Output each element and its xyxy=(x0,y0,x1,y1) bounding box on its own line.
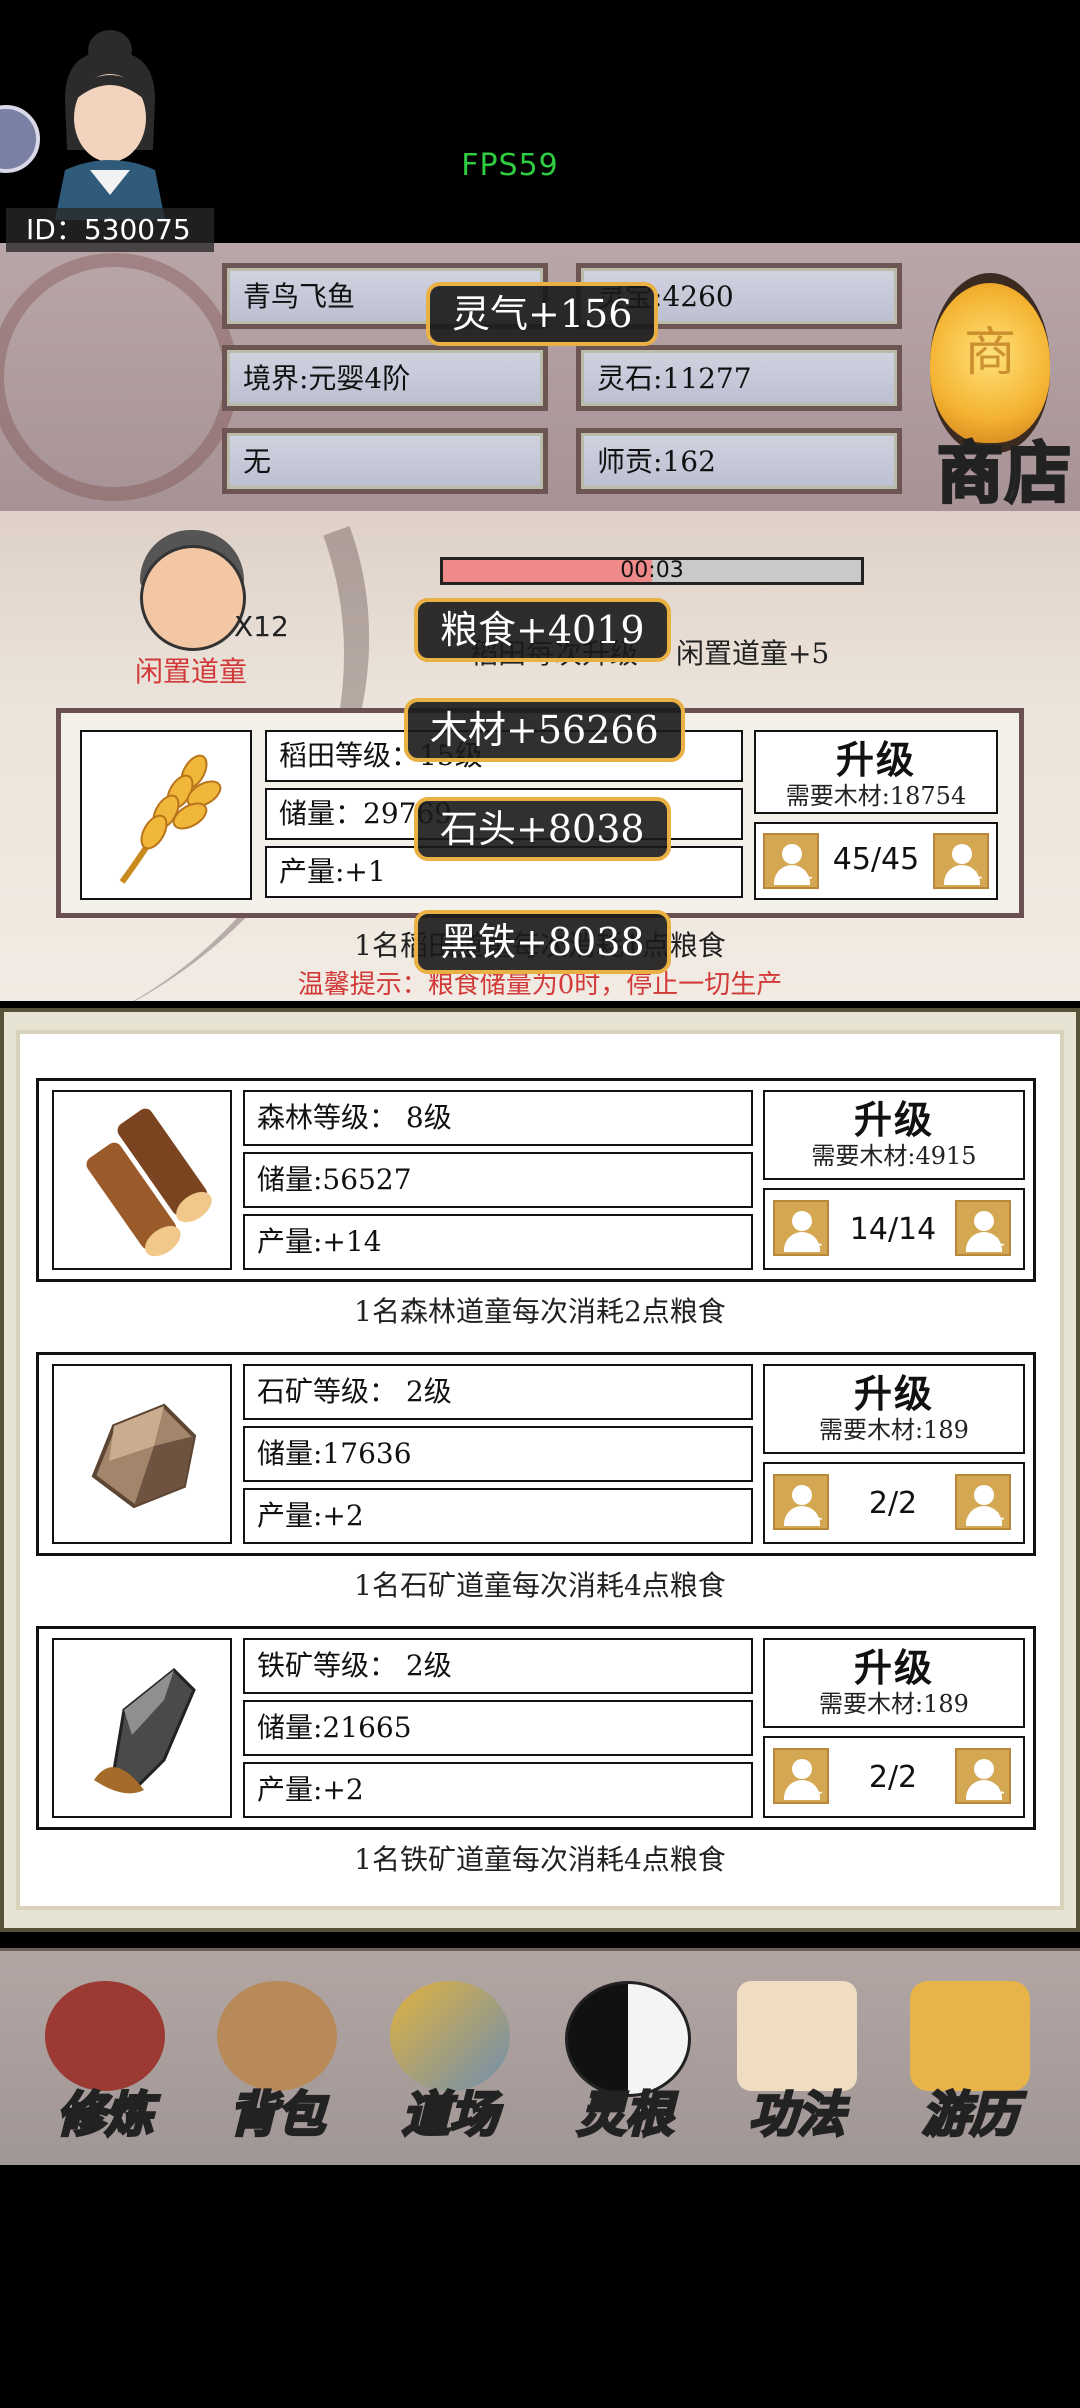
forest-worker-count: 14/14 xyxy=(849,1212,937,1247)
stone-upgrade-cost: 需要木材:189 xyxy=(819,1416,969,1444)
remove-worker-button[interactable]: − xyxy=(763,833,819,889)
nav-backpack[interactable]: 背包 xyxy=(197,1975,357,2145)
timer-bar: 00:03 xyxy=(440,557,864,585)
iron-level: 铁矿等级： 2级 xyxy=(243,1638,753,1694)
idle-kid-icon[interactable] xyxy=(140,545,246,651)
iron-upgrade-cost: 需要木材:189 xyxy=(819,1690,969,1718)
iron-output: 产量:+2 xyxy=(243,1762,753,1818)
forest-upgrade-button[interactable]: 升级 需要木材:4915 xyxy=(763,1090,1025,1180)
iron-worker-count: 2/2 xyxy=(868,1760,918,1795)
stone-upgrade-button[interactable]: 升级 需要木材:189 xyxy=(763,1364,1025,1454)
stone-upgrade-label: 升级 xyxy=(853,1371,934,1416)
popup-wood: 木材+56266 xyxy=(404,698,685,762)
nav-spirit-root[interactable]: 灵根 xyxy=(545,1975,705,2145)
nav-label: 道场 xyxy=(400,2086,499,2145)
remove-worker-button[interactable]: − xyxy=(773,1474,829,1530)
iron-ore-icon xyxy=(52,1638,232,1818)
idle-kid-count: X12 xyxy=(234,610,289,643)
add-worker-button[interactable]: + xyxy=(955,1200,1011,1256)
stone-desc: 1名石矿道童每次消耗4点粮食 xyxy=(354,1569,726,1602)
master-tribute: 师贡:162 xyxy=(576,428,902,494)
timer-text: 00:03 xyxy=(620,558,684,583)
remove-worker-button[interactable]: − xyxy=(773,1200,829,1256)
nav-label: 背包 xyxy=(227,2086,326,2145)
iron-desc: 1名铁矿道童每次消耗4点粮食 xyxy=(354,1843,726,1876)
idle-kid-label: 闲置道童 xyxy=(135,655,248,688)
wheat-icon xyxy=(80,730,252,900)
farm-upgrade-cost: 需要木材:18754 xyxy=(785,782,967,810)
nav-cultivate[interactable]: 修炼 xyxy=(25,1975,185,2145)
farm-worker-count: 45/45 xyxy=(832,842,920,877)
farm-upgrade-label: 升级 xyxy=(835,737,916,782)
stone-storage: 储量:17636 xyxy=(243,1426,753,1482)
popup-qi: 灵气+156 xyxy=(426,282,659,346)
forest-upgrade-label: 升级 xyxy=(853,1097,934,1142)
nav-label: 修炼 xyxy=(55,2086,154,2145)
remove-worker-button[interactable]: − xyxy=(773,1748,829,1804)
shop-button[interactable]: 商店 xyxy=(930,420,1080,516)
add-worker-button[interactable]: + xyxy=(955,1474,1011,1530)
forest-level: 森林等级： 8级 xyxy=(243,1090,753,1146)
idle-note: 闲置道童+5 xyxy=(676,637,830,670)
stone-output: 产量:+2 xyxy=(243,1488,753,1544)
stone-icon xyxy=(52,1364,232,1544)
forest-output: 产量:+14 xyxy=(243,1214,753,1270)
add-worker-button[interactable]: + xyxy=(955,1748,1011,1804)
lantern-char: 商 xyxy=(963,323,1016,383)
player-id: ID：530075 xyxy=(6,208,214,252)
nav-label: 游历 xyxy=(920,2086,1019,2145)
nav-label: 功法 xyxy=(747,2086,846,2145)
add-worker-button[interactable]: + xyxy=(933,833,989,889)
popup-iron: 黑铁+8038 xyxy=(414,910,671,974)
forest-storage: 储量:56527 xyxy=(243,1152,753,1208)
farm-upgrade-button[interactable]: 升级 需要木材:18754 xyxy=(754,730,998,814)
nav-dojo[interactable]: 道场 xyxy=(370,1975,530,2145)
popup-food: 粮食+4019 xyxy=(414,598,671,662)
iron-upgrade-label: 升级 xyxy=(853,1645,934,1690)
iron-upgrade-button[interactable]: 升级 需要木材:189 xyxy=(763,1638,1025,1728)
nav-travel[interactable]: 游历 xyxy=(890,1975,1050,2145)
player-sect: 无 xyxy=(222,428,548,494)
nav-techniques[interactable]: 功法 xyxy=(717,1975,877,2145)
forest-desc: 1名森林道童每次消耗2点粮食 xyxy=(354,1295,726,1328)
spirit-stone-count: 灵石:11277 xyxy=(576,345,902,411)
wood-icon xyxy=(52,1090,232,1270)
popup-stone: 石头+8038 xyxy=(414,797,671,861)
player-avatar[interactable] xyxy=(35,20,185,220)
player-realm: 境界:元婴4阶 xyxy=(222,345,548,411)
stone-level: 石矿等级： 2级 xyxy=(243,1364,753,1420)
forest-upgrade-cost: 需要木材:4915 xyxy=(811,1142,977,1170)
nav-label: 灵根 xyxy=(575,2086,674,2145)
stone-worker-count: 2/2 xyxy=(868,1486,918,1521)
iron-storage: 储量:21665 xyxy=(243,1700,753,1756)
